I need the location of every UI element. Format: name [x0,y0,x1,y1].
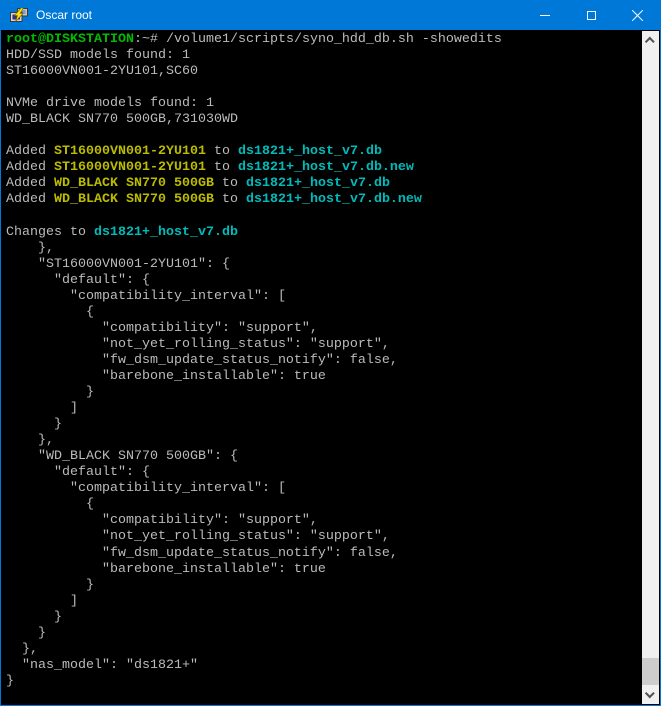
terminal-line: "not_yet_rolling_status": "support", [6,337,642,353]
window-controls [522,1,660,30]
terminal-line: }, [6,241,642,257]
minimize-button[interactable] [522,1,568,30]
terminal-line: "not_yet_rolling_status": "support", [6,529,642,545]
terminal-line: } [6,674,642,690]
terminal-line: Added WD_BLACK SN770 500GB to ds1821+_ho… [6,176,642,192]
terminal-line: "compatibility_interval": [ [6,289,642,305]
terminal-line: "barebone_installable": true [6,369,642,385]
terminal-line: { [6,497,642,513]
maximize-button[interactable] [568,1,614,30]
terminal-line: } [6,610,642,626]
terminal-line: } [6,385,642,401]
terminal-line: Changes to ds1821+_host_v7.db [6,225,642,241]
scrollbar-track[interactable] [642,31,659,704]
terminal-line: Added ST16000VN001-2YU101 to ds1821+_hos… [6,144,642,160]
terminal-line: WD_BLACK SN770 500GB,731030WD [6,112,642,128]
terminal-line: "nas_model": "ds1821+" [6,658,642,674]
terminal-line: "fw_dsm_update_status_notify": false, [6,546,642,562]
terminal-line [6,209,642,225]
terminal-line: "fw_dsm_update_status_notify": false, [6,353,642,369]
titlebar: Oscar root [1,1,660,30]
scroll-up-button[interactable] [642,31,659,48]
terminal-line: }, [6,433,642,449]
terminal-line: "WD_BLACK SN770 500GB": { [6,449,642,465]
terminal-line: Added ST16000VN001-2YU101 to ds1821+_hos… [6,160,642,176]
terminal-line: root@DISKSTATION:~# /volume1/scripts/syn… [6,32,642,48]
close-icon [631,9,644,22]
scroll-down-button[interactable] [642,687,659,704]
terminal-line [6,80,642,96]
terminal-line: "default": { [6,273,642,289]
chevron-down-icon [645,688,655,698]
terminal-line: ] [6,401,642,417]
terminal-line: "compatibility": "support", [6,321,642,337]
putty-window: Oscar root root@DISKSTATION:~# /volume1/… [0,0,661,706]
chevron-up-icon [645,37,655,47]
terminal-line: "compatibility_interval": [ [6,481,642,497]
terminal-line: { [6,305,642,321]
terminal-line: HDD/SSD models found: 1 [6,48,642,64]
terminal-line: } [6,578,642,594]
terminal-line: Added WD_BLACK SN770 500GB to ds1821+_ho… [6,192,642,208]
close-button[interactable] [614,1,660,30]
terminal-line: "default": { [6,465,642,481]
terminal-line [6,128,642,144]
maximize-icon [587,11,596,20]
window-title: Oscar root [36,1,92,30]
terminal-line: "barebone_installable": true [6,562,642,578]
terminal-line: NVMe drive models found: 1 [6,96,642,112]
terminal-line: } [6,626,642,642]
minimize-icon [540,15,550,16]
terminal-line: "compatibility": "support", [6,513,642,529]
scrollbar-thumb[interactable] [642,658,659,685]
terminal-line: "ST16000VN001-2YU101": { [6,257,642,273]
putty-app-icon [10,8,28,24]
terminal-line: }, [6,642,642,658]
terminal-line: ST16000VN001-2YU101,SC60 [6,64,642,80]
terminal-output[interactable]: root@DISKSTATION:~# /volume1/scripts/syn… [2,31,642,704]
terminal-line: } [6,417,642,433]
terminal-line: ] [6,594,642,610]
